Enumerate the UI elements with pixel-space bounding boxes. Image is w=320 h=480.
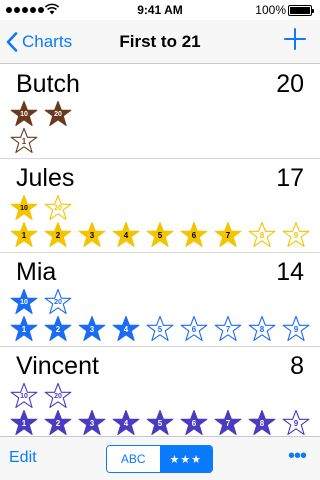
star-label: 7 (225, 325, 231, 334)
player-name: Vincent (16, 352, 99, 380)
point-star-icon: 9 (282, 315, 310, 343)
star-label: 5 (157, 419, 163, 428)
star-label: 7 (225, 419, 231, 428)
point-star-icon: 6 (180, 409, 208, 435)
star-label: 2 (55, 419, 61, 428)
player-list: Butch 20 10 20 1 Jules 17 10 20 1 2 3 4 5 6 7 8 9 Mi… (0, 65, 320, 435)
star-label: 10 (20, 299, 28, 306)
star-label: 10 (20, 393, 28, 400)
star-label: 4 (123, 231, 129, 240)
point-star-icon: 1 (10, 221, 38, 249)
milestone-star-icon: 20 (44, 288, 72, 316)
star-label: 10 (20, 205, 28, 212)
battery-percentage: 100% (255, 3, 286, 17)
star-label: 8 (259, 419, 265, 428)
point-star-icon: 4 (112, 409, 140, 435)
point-star-icon: 4 (112, 315, 140, 343)
add-icon[interactable] (284, 28, 306, 50)
star-label: 2 (55, 325, 61, 334)
edit-button[interactable]: Edit (9, 449, 37, 467)
point-star-icon: 5 (146, 221, 174, 249)
point-star-icon: 6 (180, 315, 208, 343)
star-label: 4 (123, 419, 129, 428)
player-row[interactable]: Jules 17 10 20 1 2 3 4 5 6 7 8 9 (0, 159, 320, 253)
player-name: Mia (16, 258, 57, 286)
milestone-star-icon: 20 (44, 194, 72, 222)
point-star-icon: 4 (112, 221, 140, 249)
star-label: 20 (54, 393, 62, 400)
bottom-toolbar: Edit ABC ★★★ ••• (0, 436, 320, 480)
star-label: 7 (225, 231, 231, 240)
point-star-icon: 9 (282, 409, 310, 435)
point-star-icon: 7 (214, 315, 242, 343)
milestone-star-icon: 10 (10, 100, 38, 128)
player-score: 8 (290, 352, 304, 380)
star-label: 1 (21, 325, 27, 334)
star-label: 9 (293, 231, 299, 240)
star-label: 20 (54, 205, 62, 212)
point-star-icon: 2 (44, 315, 72, 343)
point-star-icon: 8 (248, 315, 276, 343)
point-star-icon: 8 (248, 221, 276, 249)
player-name: Butch (16, 70, 80, 98)
star-label: 6 (191, 325, 197, 334)
star-label: 1 (21, 419, 27, 428)
star-label: 3 (89, 231, 95, 240)
segment-score[interactable]: ★★★ (159, 446, 212, 472)
star-label: 2 (55, 231, 61, 240)
point-star-icon: 1 (10, 127, 38, 155)
star-label: 5 (157, 325, 163, 334)
point-star-icon: 7 (214, 221, 242, 249)
star-label: 6 (191, 419, 197, 428)
point-star-icon: 1 (10, 409, 38, 435)
battery-icon (288, 5, 314, 16)
player-row[interactable]: Butch 20 10 20 1 (0, 65, 320, 159)
star-label: 6 (191, 231, 197, 240)
player-score: 14 (276, 258, 304, 286)
point-star-icon: 3 (78, 409, 106, 435)
point-star-icon: 7 (214, 409, 242, 435)
star-label: 9 (293, 419, 299, 428)
ellipsis-icon[interactable]: ••• (288, 446, 307, 466)
point-star-icon: 2 (44, 221, 72, 249)
back-button-label: Charts (22, 32, 73, 51)
point-star-icon: 2 (44, 409, 72, 435)
point-star-icon: 5 (146, 315, 174, 343)
point-star-icon: 3 (78, 315, 106, 343)
star-label: 8 (259, 325, 265, 334)
star-label: 1 (21, 137, 27, 146)
segment-alphabetical[interactable]: ABC (107, 446, 160, 472)
milestone-star-icon: 10 (10, 382, 38, 410)
star-label: 20 (54, 299, 62, 306)
navigation-bar: Charts First to 21 (0, 20, 320, 64)
point-star-icon: 9 (282, 221, 310, 249)
point-star-icon: 8 (248, 409, 276, 435)
player-row[interactable]: Vincent 8 10 20 1 2 3 4 5 6 7 8 9 (0, 347, 320, 435)
status-bar: 9:41 AM 100% (0, 0, 320, 20)
point-star-icon: 1 (10, 315, 38, 343)
milestone-star-icon: 10 (10, 194, 38, 222)
sort-mode-segmented-control[interactable]: ABC ★★★ (106, 445, 213, 473)
back-button[interactable]: Charts (6, 20, 72, 64)
star-label: 20 (54, 111, 62, 118)
star-label: 9 (293, 325, 299, 334)
player-score: 20 (276, 70, 304, 98)
point-star-icon: 3 (78, 221, 106, 249)
star-label: 5 (157, 231, 163, 240)
point-star-icon: 5 (146, 409, 174, 435)
point-star-icon: 6 (180, 221, 208, 249)
chevron-left-icon (6, 32, 18, 52)
player-score: 17 (276, 164, 304, 192)
star-label: 3 (89, 419, 95, 428)
star-label: 1 (21, 231, 27, 240)
milestone-star-icon: 20 (44, 382, 72, 410)
star-label: 4 (123, 325, 129, 334)
milestone-star-icon: 10 (10, 288, 38, 316)
star-label: 3 (89, 325, 95, 334)
player-row[interactable]: Mia 14 10 20 1 2 3 4 5 6 7 8 9 (0, 253, 320, 347)
star-label: 8 (259, 231, 265, 240)
star-label: 10 (20, 111, 28, 118)
milestone-star-icon: 20 (44, 100, 72, 128)
player-name: Jules (16, 164, 75, 192)
